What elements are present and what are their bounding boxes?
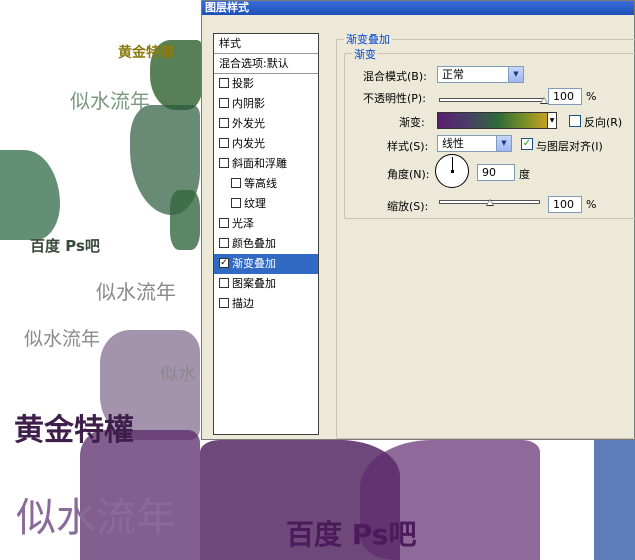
style-list-label: 渐变叠加 [232,257,276,270]
style-list-header-styles[interactable]: 样式 [214,34,318,54]
style-list-label: 投影 [232,77,254,90]
checkbox[interactable] [219,138,229,148]
scale-label: 缩放(S): [387,200,429,213]
artwork-text-1: 黄金特權 [118,45,174,61]
style-item-contour[interactable]: 等高线 [214,174,318,194]
checkbox[interactable] [219,158,229,168]
style-list-label: 斜面和浮雕 [232,157,287,170]
reverse-checkbox[interactable] [569,115,581,127]
style-item-pattern-overlay[interactable]: 图案叠加 [214,274,318,294]
layer-style-dialog: 图层样式 样式 混合选项:默认 投影 内阴影 外发光 内发光 斜面和浮雕 等高线… [201,0,635,440]
style-list-label: 颜色叠加 [232,237,276,250]
style-list-label: 等高线 [244,177,277,190]
checkbox[interactable] [219,298,229,308]
blend-mode-value: 正常 [442,68,464,81]
artwork-green-shoulder [0,150,60,240]
style-item-satin[interactable]: 光泽 [214,214,318,234]
artwork-green-chin [170,190,200,250]
blend-mode-select[interactable]: 正常 ▼ [437,66,524,83]
scale-input[interactable]: 100 [548,196,582,213]
checkbox[interactable] [219,118,229,128]
scale-slider-thumb[interactable] [485,199,494,206]
style-list: 样式 混合选项:默认 投影 内阴影 外发光 内发光 斜面和浮雕 等高线 纹理 光… [213,33,319,435]
style-item-drop-shadow[interactable]: 投影 [214,74,318,94]
style-list-label: 图案叠加 [232,277,276,290]
chevron-down-icon[interactable]: ▼ [496,136,511,151]
opacity-slider[interactable] [439,98,544,102]
background-edge [594,440,635,560]
artwork-text-6: 似水 [160,364,196,385]
opacity-label: 不透明性(P): [363,92,426,105]
artwork-text-5: 似水流年 [24,328,101,350]
style-item-gradient-overlay[interactable]: ✓ 渐变叠加 [214,254,318,274]
reverse-label: 反向(R) [584,116,623,129]
checkbox[interactable] [219,98,229,108]
checkbox[interactable] [219,278,229,288]
scale-unit: % [586,198,597,211]
style-list-label: 光泽 [232,217,254,230]
checkbox[interactable] [219,78,229,88]
chevron-down-icon[interactable]: ▼ [508,67,523,82]
style-item-color-overlay[interactable]: 颜色叠加 [214,234,318,254]
gradient-swatch[interactable] [437,112,548,129]
gradient-label: 渐变: [399,116,425,129]
checkbox[interactable] [231,198,241,208]
section-title: 渐变叠加 [344,31,392,47]
style-item-inner-shadow[interactable]: 内阴影 [214,94,318,114]
angle-label: 角度(N): [387,168,430,181]
style-item-outer-glow[interactable]: 外发光 [214,114,318,134]
blend-mode-label: 混合模式(B): [363,70,427,83]
artwork-text-3: 百度 Ps吧 [30,237,100,255]
checkbox[interactable] [219,238,229,248]
style-list-label: 描边 [232,297,254,310]
style-list-label: 内发光 [232,137,265,150]
angle-center [451,170,454,173]
angle-dial[interactable] [435,154,469,188]
style-select[interactable]: 线性 ▼ [437,135,512,152]
align-with-layer-label: 与图层对齐(I) [536,140,603,153]
opacity-input[interactable]: 100 [548,88,582,105]
style-list-label: 内阴影 [232,97,265,110]
style-item-bevel-emboss[interactable]: 斜面和浮雕 [214,154,318,174]
style-label: 样式(S): [387,140,429,153]
checkbox-checked[interactable]: ✓ [219,258,229,268]
gradient-group-title: 渐变 [352,46,378,62]
gradient-dropdown-button[interactable]: ▼ [547,112,557,129]
style-value: 线性 [442,137,464,150]
gradient-overlay-panel: 渐变叠加 渐变 混合模式(B): 正常 ▼ 不透明性(P): 100 % 渐变:… [336,31,635,441]
artwork-text-2: 似水流年 [70,89,150,113]
style-list-blending-options[interactable]: 混合选项:默认 [214,54,318,74]
artwork-text-9: 百度 Ps吧 [286,518,417,551]
style-list-label: 纹理 [244,197,266,210]
style-item-inner-glow[interactable]: 内发光 [214,134,318,154]
angle-input[interactable]: 90 [477,164,515,181]
style-list-label: 样式 [219,37,241,50]
artwork-text-7: 黄金特權 [14,413,134,448]
checkbox[interactable] [219,218,229,228]
artwork-text-8: 似水流年 [16,495,176,541]
style-item-texture[interactable]: 纹理 [214,194,318,214]
style-list-label: 混合选项:默认 [219,57,289,70]
artwork-text-4: 似水流年 [96,280,176,304]
style-list-label: 外发光 [232,117,265,130]
dialog-title[interactable]: 图层样式 [202,1,634,15]
align-with-layer-checkbox[interactable]: ✓ [521,138,533,150]
checkbox[interactable] [231,178,241,188]
opacity-slider-thumb[interactable] [540,97,548,104]
angle-unit: 度 [519,168,530,181]
opacity-unit: % [586,90,597,103]
style-item-stroke[interactable]: 描边 [214,294,318,314]
